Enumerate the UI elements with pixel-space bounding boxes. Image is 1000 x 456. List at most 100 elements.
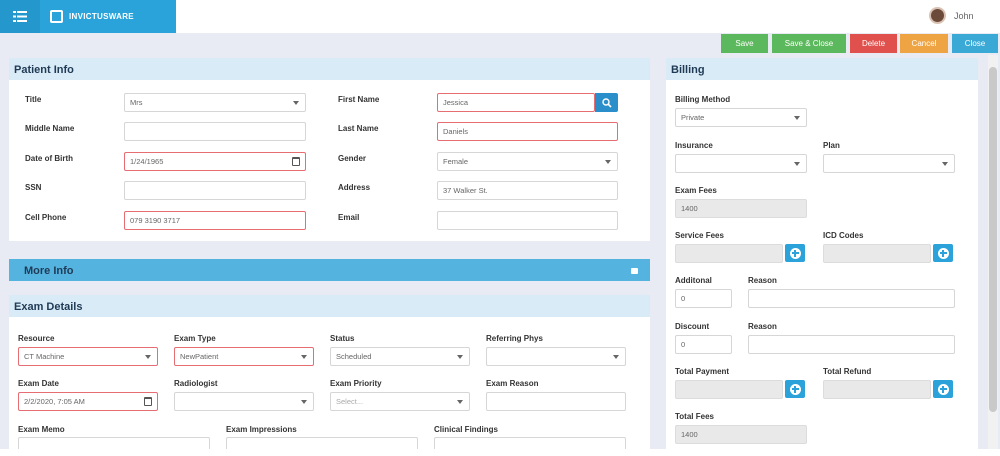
exam-date-input[interactable]: 2/2/2020, 7:05 AM	[18, 392, 158, 411]
exam-details-header: Exam Details	[9, 295, 650, 317]
chevron-down-icon	[293, 101, 299, 105]
menu-toggle-button[interactable]	[0, 0, 40, 33]
total-refund-label: Total Refund	[823, 367, 872, 376]
additional-reason-label: Reason	[748, 276, 777, 285]
middle-name-label: Middle Name	[25, 124, 75, 133]
chevron-down-icon	[301, 355, 307, 359]
search-icon	[601, 97, 612, 108]
exam-date-value: 2/2/2020, 7:05 AM	[24, 397, 85, 406]
exam-priority-select[interactable]: Select...	[330, 392, 470, 411]
delete-button[interactable]: Delete	[850, 34, 897, 53]
status-select[interactable]: Scheduled	[330, 347, 470, 366]
cell-phone-input[interactable]: 079 3190 3717	[124, 211, 306, 230]
brand-bar: INVICTUSWARE	[0, 0, 176, 33]
chevron-down-icon	[457, 355, 463, 359]
add-payment-button[interactable]	[785, 380, 805, 398]
brand-logo-icon	[50, 10, 63, 23]
close-button[interactable]: Close	[952, 34, 998, 53]
clinical-findings-label: Clinical Findings	[434, 425, 499, 434]
chevron-down-icon	[942, 162, 948, 166]
chevron-down-icon	[301, 400, 307, 404]
exam-priority-label: Exam Priority	[330, 379, 382, 388]
expand-icon[interactable]	[631, 268, 638, 274]
cancel-button[interactable]: Cancel	[900, 34, 948, 53]
user-name[interactable]: John	[954, 11, 974, 21]
middle-name-input[interactable]	[124, 122, 306, 141]
calendar-icon[interactable]	[292, 157, 300, 166]
discount-reason-input[interactable]	[748, 335, 955, 354]
exam-fees-label: Exam Fees	[675, 186, 717, 195]
billing-method-value: Private	[681, 113, 705, 122]
exam-type-label: Exam Type	[174, 334, 216, 343]
discount-reason-label: Reason	[748, 322, 777, 331]
gender-value: Female	[443, 157, 469, 166]
dob-input[interactable]: 1/24/1965	[124, 152, 306, 171]
exam-memo-label: Exam Memo	[18, 425, 65, 434]
gender-select[interactable]: Female	[437, 152, 618, 171]
radiologist-select[interactable]	[174, 392, 314, 411]
cell-phone-label: Cell Phone	[25, 213, 67, 222]
plus-icon	[789, 383, 801, 395]
menu-icon	[13, 11, 27, 22]
patient-info-header: Patient Info	[9, 58, 650, 80]
exam-type-select[interactable]: NewPatient	[174, 347, 314, 366]
exam-reason-label: Exam Reason	[486, 379, 539, 388]
save-close-button[interactable]: Save & Close	[772, 34, 846, 53]
referring-phys-label: Referring Phys	[486, 334, 543, 343]
address-input[interactable]: 37 Walker St.	[437, 181, 618, 200]
icd-codes-label: ICD Codes	[823, 231, 864, 240]
total-fees-input: 1400	[675, 425, 807, 444]
additional-label: Additonal	[675, 276, 712, 285]
additional-reason-input[interactable]	[748, 289, 955, 308]
exam-details-panel: Exam Details Resource CT Machine Exam Ty…	[9, 295, 650, 456]
bottom-strip	[0, 449, 1000, 456]
status-value: Scheduled	[336, 352, 372, 361]
exam-details-title: Exam Details	[14, 301, 83, 313]
more-info-title: More Info	[24, 265, 74, 277]
more-info-panel[interactable]: More Info	[9, 259, 650, 281]
email-label: Email	[338, 213, 360, 222]
ssn-input[interactable]	[124, 181, 306, 200]
last-name-label: Last Name	[338, 124, 379, 133]
title-select[interactable]: Mrs	[124, 93, 306, 112]
exam-priority-placeholder: Select...	[336, 397, 364, 406]
chevron-down-icon	[457, 400, 463, 404]
exam-fees-input: 1400	[675, 199, 807, 218]
first-name-input[interactable]: Jessica	[437, 93, 595, 112]
additional-input[interactable]: 0	[675, 289, 732, 308]
add-icd-code-button[interactable]	[933, 244, 953, 262]
insurance-select[interactable]	[675, 154, 807, 173]
exam-type-value: NewPatient	[180, 352, 219, 361]
billing-header: Billing	[666, 58, 978, 80]
add-refund-button[interactable]	[933, 380, 953, 398]
patient-info-title: Patient Info	[14, 64, 74, 76]
ssn-label: SSN	[25, 183, 42, 192]
resource-select[interactable]: CT Machine	[18, 347, 158, 366]
user-avatar[interactable]	[929, 7, 946, 24]
last-name-input[interactable]: Daniels	[437, 122, 618, 141]
scrollbar-thumb[interactable]	[989, 67, 997, 412]
gender-label: Gender	[338, 154, 367, 163]
service-fees-input	[675, 244, 783, 263]
add-service-fee-button[interactable]	[785, 244, 805, 262]
email-input[interactable]	[437, 211, 618, 230]
billing-method-select[interactable]: Private	[675, 108, 807, 127]
save-button[interactable]: Save	[721, 34, 768, 53]
page-scrollbar[interactable]	[988, 55, 998, 450]
exam-reason-input[interactable]	[486, 392, 626, 411]
plus-icon	[937, 383, 949, 395]
title-label: Title	[25, 95, 42, 104]
calendar-icon[interactable]	[144, 397, 152, 406]
title-value: Mrs	[130, 98, 143, 107]
plan-select[interactable]	[823, 154, 955, 173]
plan-label: Plan	[823, 141, 840, 150]
dob-value: 1/24/1965	[130, 157, 164, 166]
total-fees-label: Total Fees	[675, 412, 714, 421]
total-refund-input	[823, 380, 931, 399]
discount-input[interactable]: 0	[675, 335, 732, 354]
chevron-down-icon	[794, 162, 800, 166]
radiologist-label: Radiologist	[174, 379, 218, 388]
status-label: Status	[330, 334, 355, 343]
referring-phys-select[interactable]	[486, 347, 626, 366]
search-patient-button[interactable]	[595, 93, 618, 112]
